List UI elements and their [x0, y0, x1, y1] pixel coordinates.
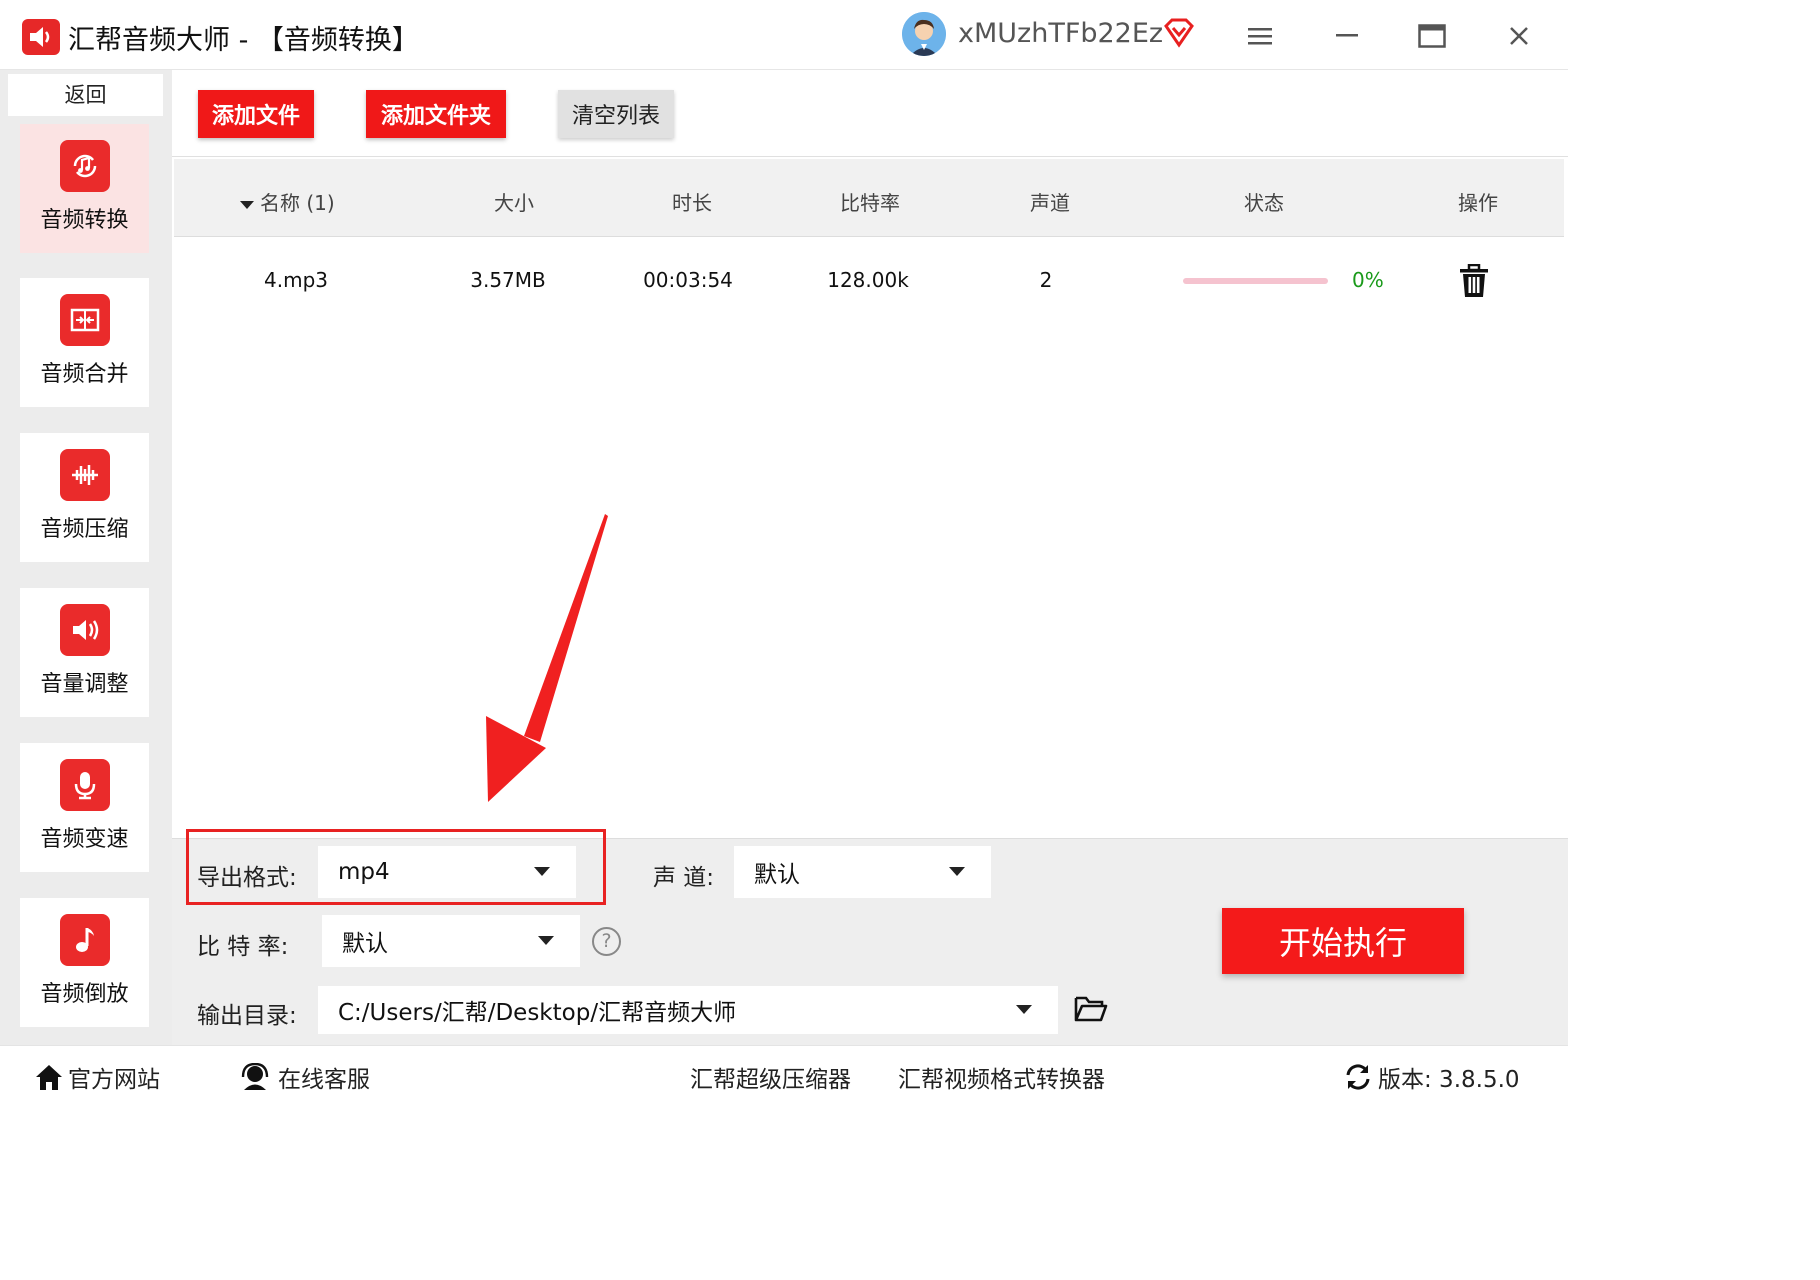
window-title: 汇帮音频大师 - 【音频转换】	[68, 18, 419, 57]
delete-trash-icon[interactable]	[1458, 263, 1490, 302]
folder-open-icon[interactable]	[1074, 994, 1108, 1028]
start-button[interactable]: 开始执行	[1222, 908, 1464, 974]
audio-merge-icon	[59, 294, 110, 346]
audio-convert-icon	[59, 140, 110, 192]
audio-compress-icon	[59, 449, 110, 501]
output-dir-value: C:/Users/汇帮/Desktop/汇帮音频大师	[338, 1000, 737, 1026]
sort-down-icon	[240, 200, 254, 209]
table-header: 名称 (1) 大小 时长 比特率 声道 状态 操作	[174, 159, 1564, 237]
sidebar-item-audio-reverse[interactable]: 音频倒放	[20, 898, 149, 1027]
column-duration: 时长	[672, 191, 712, 215]
sidebar-item-label: 音频合并	[40, 362, 129, 387]
sidebar-item-label: 音频倒放	[40, 982, 129, 1007]
official-website-link[interactable]: 官方网站	[34, 1060, 160, 1094]
video-converter-link[interactable]: 汇帮视频格式转换器	[898, 1060, 1105, 1094]
compressor-link[interactable]: 汇帮超级压缩器	[690, 1060, 851, 1094]
channel-label: 声 道:	[653, 865, 715, 891]
row-progress-bar	[1183, 278, 1328, 284]
volume-icon	[59, 604, 110, 656]
column-bitrate: 比特率	[840, 191, 900, 215]
chevron-down-icon	[949, 867, 965, 876]
close-icon[interactable]	[1501, 18, 1537, 54]
output-dir-select[interactable]: C:/Users/汇帮/Desktop/汇帮音频大师	[318, 986, 1058, 1034]
column-name[interactable]: 名称 (1)	[240, 187, 400, 216]
file-table: 名称 (1) 大小 时长 比特率 声道 状态 操作	[172, 156, 1568, 838]
sidebar-item-audio-compress[interactable]: 音频压缩	[20, 433, 149, 562]
home-icon	[34, 1063, 64, 1091]
version-info[interactable]: 版本: 3.8.5.0	[1344, 1060, 1520, 1094]
channel-select[interactable]: 默认	[734, 846, 991, 898]
toolbar: 添加文件 添加文件夹 清空列表	[172, 70, 1568, 156]
column-channels: 声道	[1030, 191, 1070, 215]
version-label: 版本: 3.8.5.0	[1378, 1067, 1520, 1093]
bitrate-select[interactable]: 默认	[322, 915, 580, 967]
annotation-arrow-icon	[484, 510, 614, 814]
sidebar-item-label: 音频转换	[40, 208, 129, 233]
help-icon[interactable]: ?	[592, 927, 621, 956]
clear-list-button[interactable]: 清空列表	[558, 90, 674, 138]
channel-select-value: 默认	[754, 862, 800, 888]
title-bar: 汇帮音频大师 - 【音频转换】 xMUzhTFb22Ez	[0, 0, 1568, 70]
username[interactable]: xMUzhTFb22Ez	[958, 18, 1163, 49]
chevron-down-icon	[1016, 1005, 1032, 1014]
row-progress-percent: 0%	[1352, 268, 1384, 292]
online-support-link[interactable]: 在线客服	[240, 1060, 370, 1094]
column-size: 大小	[494, 191, 534, 215]
headset-icon	[240, 1063, 270, 1091]
column-status: 状态	[1244, 191, 1284, 215]
sidebar-item-label: 音量调整	[40, 672, 129, 697]
row-channels: 2	[1039, 268, 1053, 292]
back-link[interactable]: 返回	[8, 74, 163, 116]
add-file-button[interactable]: 添加文件	[198, 90, 314, 138]
app-logo-icon	[22, 19, 60, 55]
vip-diamond-icon[interactable]	[1163, 18, 1195, 52]
official-website-label: 官方网站	[68, 1067, 160, 1093]
sidebar: 返回 音频转换 音频合并 音频压缩 音量调整 音频变速 音频倒放	[0, 70, 172, 1045]
output-dir-label: 输出目录:	[197, 1003, 297, 1029]
refresh-icon	[1344, 1063, 1372, 1091]
sidebar-item-audio-merge[interactable]: 音频合并	[20, 278, 149, 407]
chevron-down-icon	[538, 936, 554, 945]
page-title-suffix: - 【音频转换】	[230, 25, 419, 56]
music-note-icon	[59, 914, 110, 966]
row-bitrate: 128.00k	[827, 268, 909, 292]
column-action: 操作	[1458, 191, 1498, 215]
sidebar-item-audio-speed[interactable]: 音频变速	[20, 743, 149, 872]
sidebar-item-volume[interactable]: 音量调整	[20, 588, 149, 717]
bitrate-label: 比 特 率:	[197, 934, 289, 960]
sidebar-item-audio-convert[interactable]: 音频转换	[20, 124, 149, 253]
row-file-name: 4.mp3	[264, 268, 328, 292]
add-folder-button[interactable]: 添加文件夹	[366, 90, 506, 138]
format-highlight-box	[186, 829, 606, 905]
sidebar-item-label: 音频压缩	[40, 517, 129, 542]
column-name-label: 名称 (1)	[260, 191, 335, 215]
online-support-label: 在线客服	[278, 1067, 370, 1093]
maximize-icon[interactable]	[1414, 18, 1450, 54]
user-avatar[interactable]	[902, 12, 946, 56]
microphone-icon	[59, 759, 110, 811]
row-duration: 00:03:54	[643, 268, 733, 292]
bitrate-select-value: 默认	[342, 931, 388, 957]
row-file-size: 3.57MB	[470, 268, 546, 292]
sidebar-item-label: 音频变速	[40, 827, 129, 852]
menu-icon[interactable]	[1242, 18, 1278, 54]
footer: 官方网站 在线客服 汇帮超级压缩器 汇帮视频格式转换器 版本: 3.8.5.0	[0, 1045, 1568, 1104]
app-name: 汇帮音频大师	[68, 25, 230, 56]
minimize-icon[interactable]	[1329, 18, 1365, 54]
